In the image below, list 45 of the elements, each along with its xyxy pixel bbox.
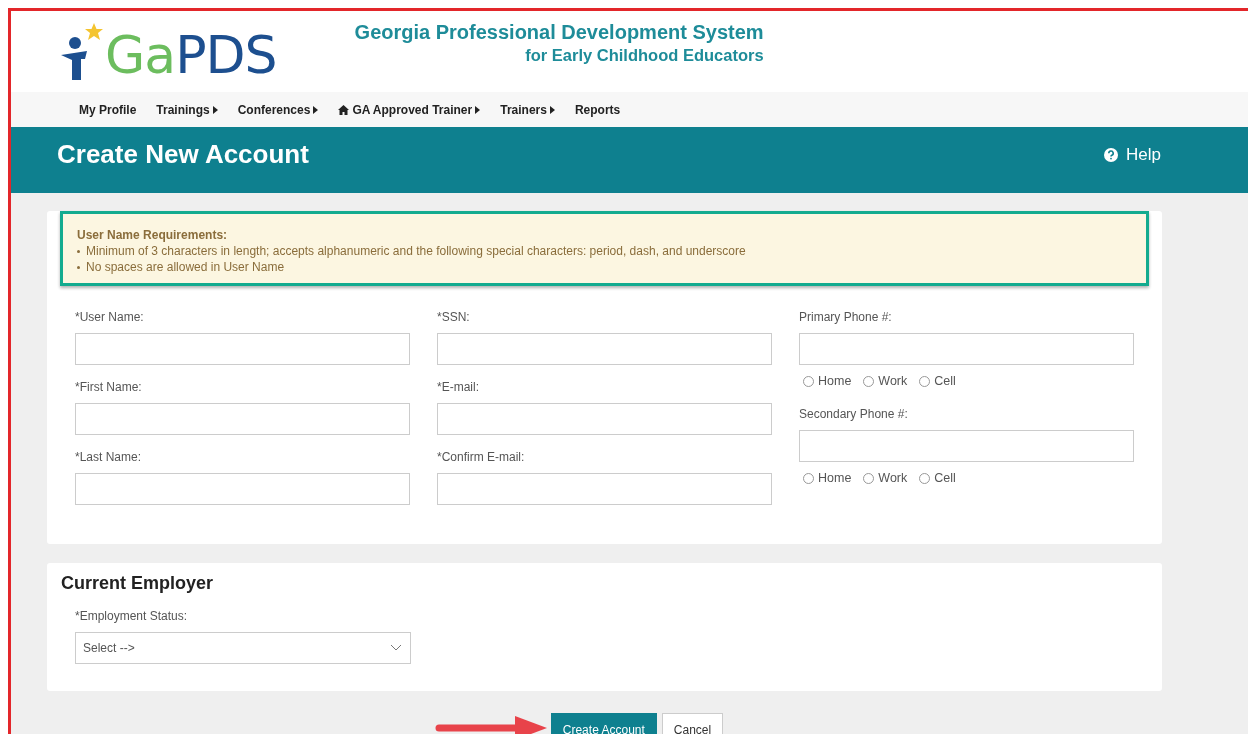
page-title: Create New Account [57,139,309,171]
field-label: *First Name: [75,379,143,396]
employment-status-select[interactable]: Select --> [75,631,411,664]
field-label: *E-mail: [437,379,480,396]
text-field[interactable] [437,403,772,435]
text-field[interactable] [75,473,410,505]
nav-item[interactable]: Reports [568,100,627,119]
text-field[interactable] [437,333,772,365]
field-label: *User Name: [75,309,145,326]
nav-item[interactable]: Trainers [494,100,561,119]
notice-title: User Name Requirements: [77,227,229,243]
cancel-button[interactable]: Cancel [661,712,724,734]
radio-option[interactable]: Work [863,372,908,391]
radio-option[interactable]: Cell [919,468,956,488]
site-title: Georgia Professional Development System [354,21,764,44]
requirement-item: No spaces are allowed in User Name [77,259,1132,275]
text-field[interactable] [437,473,772,505]
radio-option[interactable]: Cell [919,372,956,391]
help-link[interactable]: Help [1104,142,1161,168]
radio-option[interactable]: Home [803,372,852,391]
text-field[interactable] [799,333,1134,365]
site-subtitle: for Early Childhood Educators [524,45,764,67]
chevron-down-icon [390,643,402,652]
field-label: *Confirm E-mail: [437,449,526,466]
logo-text: GaPDS [105,28,277,81]
help-icon [1104,148,1119,162]
home-icon [338,104,350,115]
field-label: Secondary Phone #: [799,405,909,423]
create-account-button[interactable]: Create Account [550,712,657,734]
text-field[interactable] [75,403,410,435]
text-field[interactable] [799,429,1134,462]
radio-option[interactable]: Home [803,468,852,488]
field-label: *Last Name: [75,449,143,466]
nav-item[interactable]: Conferences [231,100,325,119]
section-title: Current Employer [61,573,215,595]
nav-item[interactable]: My Profile [73,100,143,119]
requirement-item: Minimum of 3 characters in length; accepts alphanumeric and the following special characters: period, dash, and underscore [77,243,1132,259]
nav-item[interactable]: Trainings [150,100,224,119]
nav-item[interactable]: GA Approved Trainer [332,100,487,119]
field-label: Primary Phone #: [799,309,893,326]
radio-option[interactable]: Work [863,468,908,488]
text-field[interactable] [75,333,410,365]
person-star-icon [61,22,105,81]
field-label: *Employment Status: [75,607,189,625]
field-label: *SSN: [437,309,471,326]
